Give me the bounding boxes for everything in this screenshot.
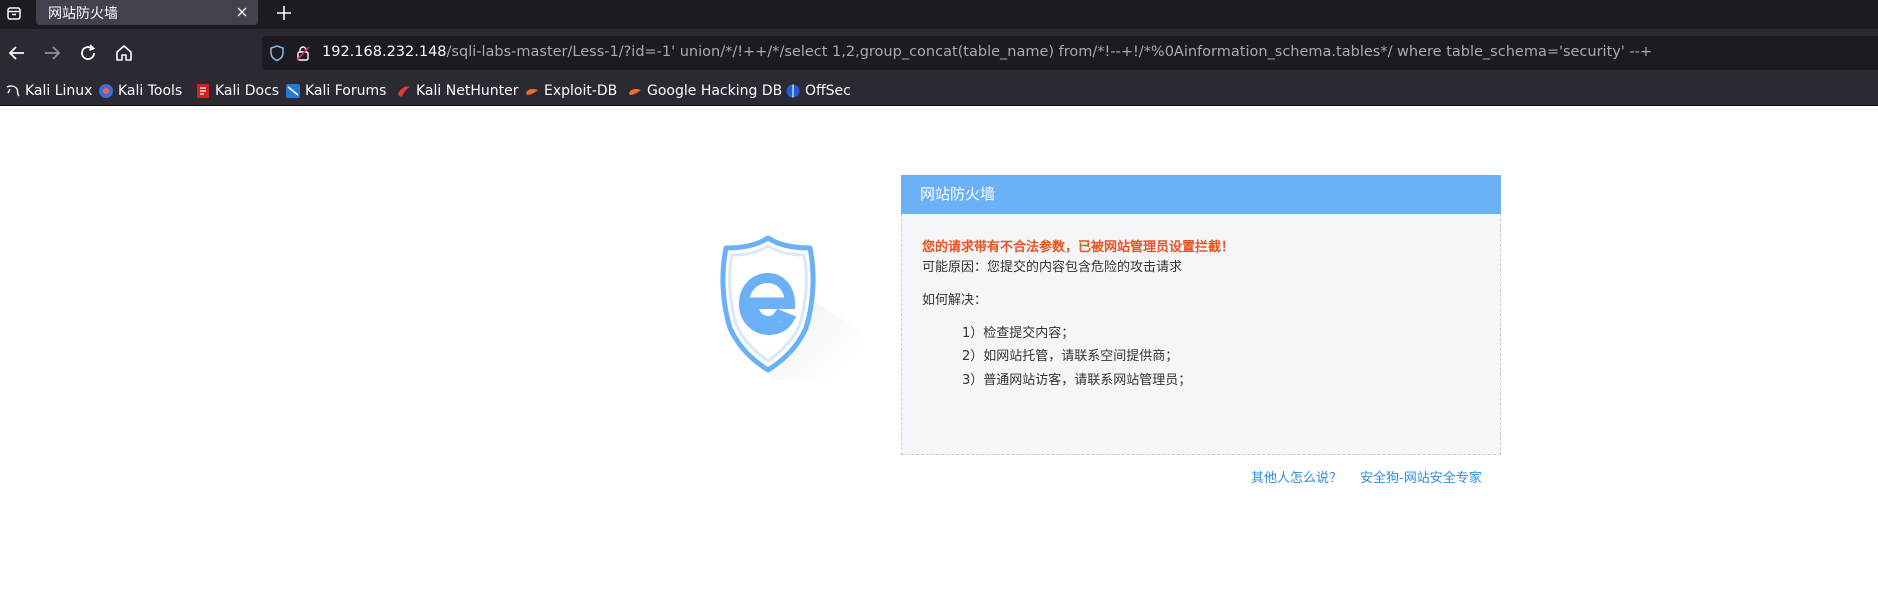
bookmark-label: Exploit-DB (544, 83, 618, 99)
bookmark-label: Kali Linux (25, 83, 93, 99)
bookmark-label: Kali Tools (118, 83, 183, 99)
url-bar[interactable]: 192.168.232.148/sqli-labs-master/Less-1/… (262, 36, 1878, 70)
reload-icon[interactable] (76, 41, 100, 65)
blocked-warning-text: 您的请求带有不合法参数，已被网站管理员设置拦截！ (922, 240, 1235, 255)
kali-tools-icon (98, 83, 114, 99)
url-host: 192.168.232.148 (322, 44, 447, 60)
bookmark-kali-linux[interactable]: Kali Linux (5, 81, 92, 101)
others-opinion-link[interactable]: 其他人怎么说？ (1251, 467, 1342, 486)
url-path: /sqli-labs-master/Less-1/?id=-1' union/*… (446, 44, 1653, 60)
ghdb-icon (627, 83, 643, 99)
kali-forums-icon (285, 83, 301, 99)
blocked-reason-text: 可能原因：您提交的内容包含危险的攻击请求 (922, 260, 1183, 275)
tracking-protection-shield-icon[interactable] (268, 44, 286, 62)
panel-title: 网站防火墙 (901, 175, 1501, 214)
url-text[interactable]: 192.168.232.148/sqli-labs-master/Less-1/… (322, 44, 1652, 60)
bookmark-label: Kali NetHunter (416, 83, 519, 99)
back-arrow-icon[interactable] (5, 41, 29, 65)
bookmark-label: Kali Docs (215, 83, 280, 99)
bookmark-kali-docs[interactable]: Kali Docs (195, 81, 279, 101)
navigation-toolbar: 192.168.232.148/sqli-labs-master/Less-1/… (0, 29, 1878, 77)
safedog-shield-logo-icon (700, 232, 880, 382)
tab-bar: 网站防火墙 (0, 0, 1878, 29)
insecure-lock-icon[interactable] (294, 44, 312, 62)
bookmark-exploit-db[interactable]: Exploit-DB (524, 81, 617, 101)
kali-nethunter-icon (396, 83, 412, 99)
bookmarks-toolbar: Kali Linux Kali Tools Kali Docs Kali For… (0, 77, 1878, 105)
bookmark-label: OffSec (805, 83, 851, 99)
bookmark-kali-forums[interactable]: Kali Forums (285, 81, 386, 101)
bookmark-offsec[interactable]: OffSec (785, 81, 851, 101)
panel-body: 您的请求带有不合法参数，已被网站管理员设置拦截！ 可能原因：您提交的内容包含危险… (901, 214, 1501, 455)
tab-title: 网站防火墙 (48, 6, 118, 22)
offsec-icon (785, 83, 801, 99)
footer-links: 其他人怎么说？ 安全狗-网站安全专家 (1251, 467, 1482, 486)
firewall-notice-panel: 网站防火墙 您的请求带有不合法参数，已被网站管理员设置拦截！ 可能原因：您提交的… (901, 175, 1501, 455)
new-tab-plus-icon[interactable] (274, 3, 294, 23)
bookmark-kali-tools[interactable]: Kali Tools (98, 81, 182, 101)
bookmark-google-hacking-db[interactable]: Google Hacking DB (627, 81, 782, 101)
home-icon[interactable] (112, 41, 136, 65)
bookmark-label: Kali Forums (305, 83, 387, 99)
resolve-step: 2）如网站托管，请联系空间提供商； (962, 349, 1179, 364)
resolve-step: 3）普通网站访客，请联系网站管理员； (962, 373, 1192, 388)
bookmark-label: Google Hacking DB (647, 83, 783, 99)
browser-tab-active[interactable]: 网站防火墙 (36, 0, 258, 25)
bookmark-kali-nethunter[interactable]: Kali NetHunter (396, 81, 518, 101)
close-icon[interactable] (234, 4, 250, 20)
kali-docs-icon (195, 83, 211, 99)
resolve-step: 1）检查提交内容； (962, 326, 1075, 341)
kali-dragon-icon (5, 83, 21, 99)
forward-arrow-icon[interactable] (40, 41, 64, 65)
exploit-db-icon (524, 83, 540, 99)
tab-list-icon[interactable] (3, 3, 25, 25)
how-to-resolve-heading: 如何解决： (922, 293, 988, 308)
safedog-expert-link[interactable]: 安全狗-网站安全专家 (1360, 467, 1482, 486)
toolbar-divider (0, 105, 1878, 106)
